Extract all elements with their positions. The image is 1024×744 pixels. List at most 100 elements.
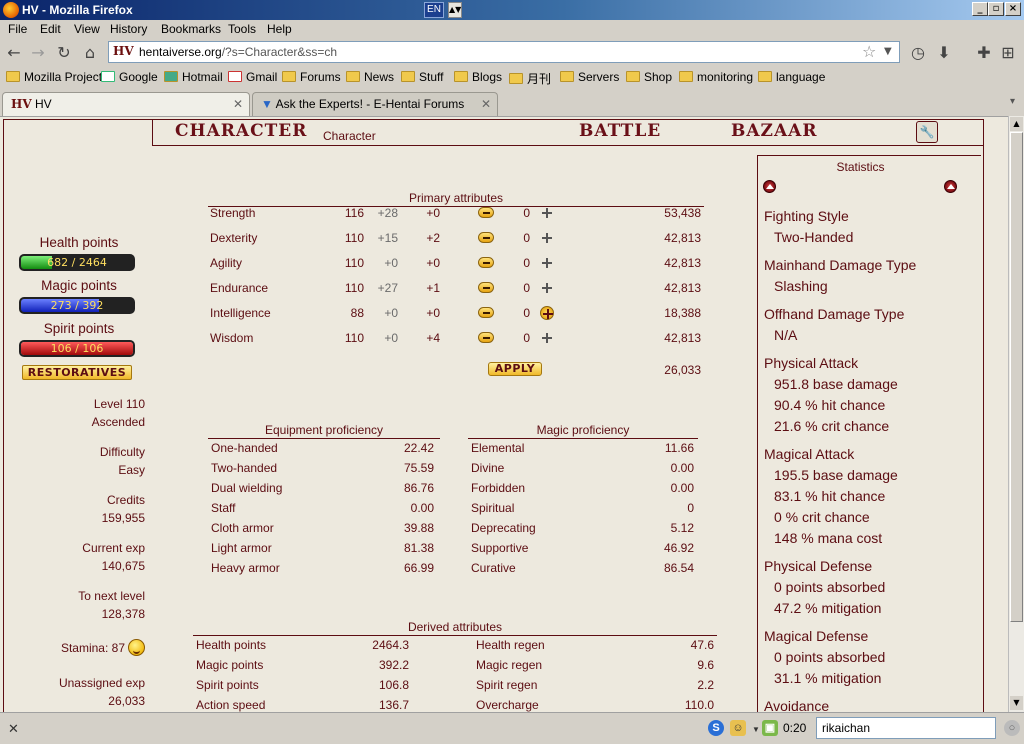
tab-ask-experts[interactable]: ▼ Ask the Experts! - E-Hentai Forums ✕ [252, 92, 498, 116]
bookmark-monitoring[interactable]: monitoring [679, 70, 753, 84]
nav-character-sub[interactable]: Character [323, 129, 376, 143]
close-findbar-icon[interactable]: ✕ [8, 721, 19, 737]
bookmark-news[interactable]: News [346, 70, 394, 84]
increase-attribute-icon[interactable] [540, 256, 554, 270]
statistic-value: 21.6 % crit chance [774, 418, 890, 434]
proficiency-name: Deprecating [471, 521, 536, 535]
health-label: Health points [39, 235, 119, 250]
nav-bazaar[interactable]: BAZAAR [731, 121, 817, 141]
folder-icon [401, 71, 415, 82]
proficiency-name: Supportive [471, 541, 529, 555]
attribute-cost: 53,438 [664, 206, 701, 220]
proficiency-name: Staff [211, 501, 236, 515]
decrease-attribute-icon[interactable] [478, 207, 494, 218]
decrease-attribute-icon[interactable] [478, 257, 494, 268]
increase-attribute-icon[interactable] [540, 281, 554, 295]
scroll-up-icon[interactable]: ▲ [1010, 117, 1023, 131]
remaining-exp: 26,033 [664, 363, 701, 377]
decrease-attribute-icon[interactable] [478, 282, 494, 293]
proficiency-name: Heavy armor [211, 561, 280, 575]
address-bar[interactable]: HV hentaiverse.org/?s=Character&ss=ch [108, 41, 900, 63]
nav-character[interactable]: CHARACTER [175, 121, 307, 141]
restoratives-button[interactable]: RESTORATIVES [22, 365, 132, 380]
menu-file[interactable]: File [8, 22, 27, 36]
magic-proficiency-heading: Magic proficiency [468, 423, 698, 439]
language-menu-arrow-icon[interactable]: ▲▼ [448, 2, 462, 18]
derived-row: Magic points 392.2 Magic regen 9.6 [195, 655, 720, 675]
decrease-attribute-icon[interactable] [478, 307, 494, 318]
equipment-proficiency-row: Cloth armor 39.88 [208, 518, 438, 538]
forward-icon[interactable]: → [28, 43, 48, 63]
skype-icon[interactable]: S [708, 720, 724, 736]
tab-hv[interactable]: HV HV ✕ [2, 92, 250, 116]
nav-battle[interactable]: BATTLE [579, 121, 661, 141]
close-tab-icon[interactable]: ✕ [481, 97, 491, 111]
increase-attribute-icon[interactable] [540, 331, 554, 345]
home-icon[interactable]: ⌂ [80, 43, 100, 63]
attribute-row: Endurance 110 +27 +1 0 42,813 [208, 278, 704, 298]
bookmark-stuff[interactable]: Stuff [401, 70, 443, 84]
attribute-increase-count: 0 [523, 206, 530, 220]
bookmark-language[interactable]: language [758, 70, 825, 84]
minimize-button[interactable]: _ [972, 2, 988, 16]
bookmark-star-icon[interactable]: ☆ [862, 42, 876, 61]
tab-list-icon[interactable]: ▾ [1010, 96, 1015, 107]
bookmark-google[interactable]: Google [101, 70, 158, 84]
increase-attribute-icon[interactable] [540, 306, 554, 320]
close-tab-icon[interactable]: ✕ [233, 97, 243, 111]
bookmark-gekkan[interactable]: 月刊 [509, 70, 551, 87]
bookmark-forums[interactable]: Forums [282, 70, 341, 84]
menu-tools[interactable]: Tools [228, 22, 256, 36]
scroll-thumb[interactable] [1010, 132, 1023, 622]
decrease-attribute-icon[interactable] [478, 332, 494, 343]
greasemonkey-icon[interactable]: ☺ [730, 720, 746, 736]
scroll-down-icon[interactable]: ▼ [1010, 696, 1023, 710]
magic-label: Magic points [41, 278, 117, 293]
bookmark-servers[interactable]: Servers [560, 70, 619, 84]
statistic-heading: Fighting Style [764, 208, 849, 224]
attribute-modifier: +4 [426, 331, 440, 345]
attribute-cost: 42,813 [664, 256, 701, 270]
extension-icon[interactable]: ▣ [762, 720, 778, 736]
decrease-attribute-icon[interactable] [478, 232, 494, 243]
collapse-right-icon[interactable] [944, 180, 957, 193]
derived-value-left: 2464.3 [372, 638, 409, 652]
url-dropdown-icon[interactable]: ▼ [884, 46, 892, 57]
bookmark-hotmail[interactable]: Hotmail [164, 70, 223, 84]
stamina-row: Stamina: 87 [20, 639, 145, 656]
rikaichan-field[interactable]: rikaichan [816, 717, 996, 739]
menu-edit[interactable]: Edit [40, 22, 61, 36]
toolbar-extra-icon[interactable]: ⊞ [998, 43, 1018, 63]
increase-attribute-icon[interactable] [540, 231, 554, 245]
maximize-button[interactable]: ▫ [988, 2, 1004, 16]
derived-name-left: Spirit points [196, 678, 259, 692]
menu-bookmarks[interactable]: Bookmarks [161, 22, 221, 36]
bookmark-gmail[interactable]: Gmail [228, 70, 277, 84]
reload-icon[interactable]: ↻ [54, 43, 74, 63]
bookmark-mozilla[interactable]: Mozilla Project [6, 70, 102, 84]
settings-wrench-icon[interactable]: 🔧 [916, 121, 938, 143]
bookmark-shop[interactable]: Shop [626, 70, 672, 84]
language-indicator[interactable]: EN [424, 2, 444, 18]
clock-time: 0:20 [783, 721, 807, 735]
increase-attribute-icon[interactable] [540, 206, 554, 220]
magic-proficiency-row: Deprecating 5.12 [468, 518, 698, 538]
history-clock-icon[interactable]: ◷ [908, 43, 928, 63]
attribute-increase-count: 0 [523, 231, 530, 245]
apply-button[interactable]: APPLY [488, 362, 542, 376]
menu-view[interactable]: View [74, 22, 100, 36]
download-icon[interactable]: ⬇ [934, 43, 954, 63]
attribute-base: 110 [344, 281, 364, 295]
derived-attributes-heading: Derived attributes [193, 620, 717, 636]
bookmark-blogs[interactable]: Blogs [454, 70, 502, 84]
close-window-button[interactable]: × [1005, 2, 1021, 16]
collapse-left-icon[interactable] [763, 180, 776, 193]
derived-value-right: 47.6 [690, 638, 714, 652]
menu-help[interactable]: Help [267, 22, 292, 36]
proficiency-value: 0 [687, 501, 694, 515]
proficiency-name: Cloth armor [211, 521, 274, 535]
back-icon[interactable]: ← [4, 43, 24, 63]
addon-icon[interactable]: ✚ [974, 43, 994, 63]
menu-history[interactable]: History [110, 22, 147, 36]
vertical-scrollbar[interactable]: ▲ ▼ [1008, 116, 1024, 712]
